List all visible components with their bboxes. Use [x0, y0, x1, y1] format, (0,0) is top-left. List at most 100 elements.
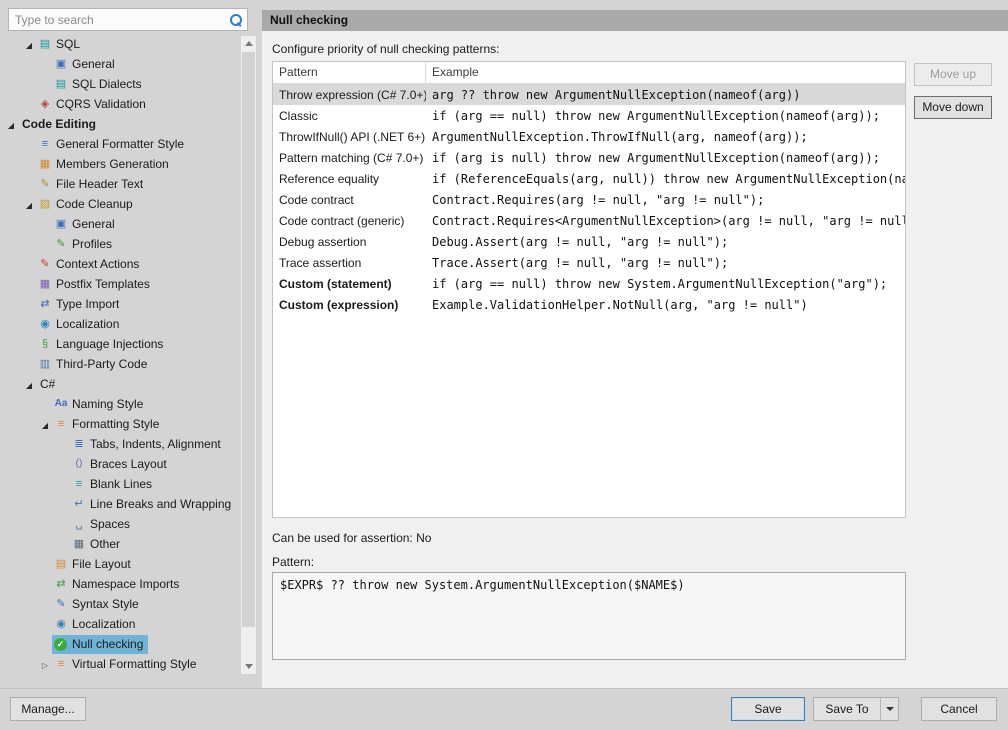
sidebar-item-braces-layout[interactable]: ()Braces Layout — [0, 454, 240, 474]
sidebar-item-tabs-indents-alignment[interactable]: ≣Tabs, Indents, Alignment — [0, 434, 240, 454]
sidebar-item-csharp-localization[interactable]: ◉Localization — [0, 614, 240, 634]
search-input[interactable] — [9, 13, 229, 27]
line-breaks-icon: ↵ — [71, 496, 87, 512]
page-title: Null checking — [262, 10, 1008, 31]
tree-item-content: ▤File Layout — [52, 555, 136, 574]
language-injections-icon: § — [37, 336, 53, 352]
search-box[interactable] — [8, 8, 248, 31]
pattern-cell: Custom (expression) — [273, 298, 426, 312]
sidebar-item-formatting-style[interactable]: ≡Formatting Style — [0, 414, 240, 434]
sidebar-item-namespace-imports[interactable]: ⇄Namespace Imports — [0, 574, 240, 594]
table-row[interactable]: Throw expression (C# 7.0+)arg ?? throw n… — [273, 84, 905, 105]
tree-item-content: ▣General — [52, 215, 120, 234]
example-cell: Contract.Requires<ArgumentNullException>… — [426, 214, 905, 228]
expander-icon[interactable] — [38, 417, 52, 431]
example-cell: arg ?? throw new ArgumentNullException(n… — [426, 88, 905, 102]
move-down-button[interactable]: Move down — [914, 96, 992, 119]
save-button[interactable]: Save — [731, 697, 805, 721]
sidebar-item-members-generation[interactable]: ▦Members Generation — [0, 154, 240, 174]
sidebar-item-third-party-code[interactable]: ▥Third-Party Code — [0, 354, 240, 374]
pattern-cell: Debug assertion — [273, 235, 426, 249]
sidebar-scrollbar[interactable] — [241, 36, 256, 674]
sidebar-item-label: CQRS Validation — [53, 97, 146, 111]
save-to-button[interactable]: Save To — [813, 697, 899, 721]
expander-icon[interactable] — [4, 117, 18, 131]
cancel-button[interactable]: Cancel — [921, 697, 997, 721]
table-row[interactable]: Trace assertionTrace.Assert(arg != null,… — [273, 252, 905, 273]
pattern-editor[interactable]: $EXPR$ ?? throw new System.ArgumentNullE… — [272, 572, 906, 660]
sidebar-item-code-cleanup[interactable]: ▨Code Cleanup — [0, 194, 240, 214]
type-import-icon: ⇄ — [37, 296, 53, 312]
manage-button[interactable]: Manage... — [10, 697, 86, 721]
sidebar-item-line-breaks-wrapping[interactable]: ↵Line Breaks and Wrapping — [0, 494, 240, 514]
sidebar-item-label: Virtual Formatting Style — [69, 657, 197, 671]
braces-layout-icon: () — [71, 456, 87, 472]
sidebar-item-virtual-formatting-style[interactable]: ≡Virtual Formatting Style — [0, 654, 240, 674]
sidebar-item-profiles[interactable]: ✎Profiles — [0, 234, 240, 254]
tree-item-content: Code Editing — [18, 115, 101, 134]
table-row[interactable]: Debug assertionDebug.Assert(arg != null,… — [273, 231, 905, 252]
column-header-example[interactable]: Example — [426, 62, 905, 83]
pattern-cell: Code contract — [273, 193, 426, 207]
context-actions-icon: ✎ — [37, 256, 53, 272]
sidebar-item-localization[interactable]: ◉Localization — [0, 314, 240, 334]
table-row[interactable]: Pattern matching (C# 7.0+)if (arg is nul… — [273, 147, 905, 168]
sidebar-item-other[interactable]: ▦Other — [0, 534, 240, 554]
expander-icon[interactable] — [22, 197, 36, 211]
table-row[interactable]: Code contract (generic)Contract.Requires… — [273, 210, 905, 231]
sidebar-item-label: File Layout — [69, 557, 131, 571]
scrollbar-thumb[interactable] — [242, 52, 255, 627]
sidebar-item-code-editing[interactable]: Code Editing — [0, 114, 240, 134]
sidebar-item-postfix-templates[interactable]: ▦Postfix Templates — [0, 274, 240, 294]
settings-icon: ▣ — [53, 56, 69, 72]
sidebar-item-file-layout[interactable]: ▤File Layout — [0, 554, 240, 574]
column-header-pattern[interactable]: Pattern — [273, 62, 426, 83]
example-cell: Contract.Requires(arg != null, "arg != n… — [426, 193, 905, 207]
table-row[interactable]: ThrowIfNull() API (.NET 6+)ArgumentNullE… — [273, 126, 905, 147]
table-row[interactable]: Reference equalityif (ReferenceEquals(ar… — [273, 168, 905, 189]
sidebar-item-general-formatter-style[interactable]: ≡General Formatter Style — [0, 134, 240, 154]
move-up-button[interactable]: Move up — [914, 63, 992, 86]
pattern-cell: Throw expression (C# 7.0+) — [273, 88, 426, 102]
sidebar-item-sql-general[interactable]: ▣General — [0, 54, 240, 74]
sidebar-item-file-header-text[interactable]: ✎File Header Text — [0, 174, 240, 194]
sidebar-item-label: SQL Dialects — [69, 77, 142, 91]
sidebar-item-sql[interactable]: ▤SQL — [0, 34, 240, 54]
expander-icon[interactable] — [22, 377, 36, 391]
pattern-cell: Trace assertion — [273, 256, 426, 270]
example-cell: if (arg == null) throw new System.Argume… — [426, 277, 905, 291]
table-row[interactable]: Custom (statement)if (arg == null) throw… — [273, 273, 905, 294]
scrollbar-up-icon[interactable] — [241, 36, 256, 51]
scrollbar-down-icon[interactable] — [241, 659, 256, 674]
expander-icon[interactable] — [22, 37, 36, 51]
sidebar-item-blank-lines[interactable]: ≡Blank Lines — [0, 474, 240, 494]
sidebar-item-cqrs-validation[interactable]: ◈CQRS Validation — [0, 94, 240, 114]
sidebar-item-context-actions[interactable]: ✎Context Actions — [0, 254, 240, 274]
settings-icon: ▣ — [53, 216, 69, 232]
sidebar: ▤SQL ▣General ▤SQL Dialects ◈CQRS Valida… — [0, 0, 258, 688]
null-checking-page: Configure priority of null checking patt… — [262, 31, 1008, 688]
sidebar-item-csharp[interactable]: C# — [0, 374, 240, 394]
sidebar-item-language-injections[interactable]: §Language Injections — [0, 334, 240, 354]
sidebar-item-spaces[interactable]: ␣Spaces — [0, 514, 240, 534]
table-header: Pattern Example — [273, 62, 905, 84]
patterns-table[interactable]: Pattern Example Throw expression (C# 7.0… — [272, 61, 906, 518]
sidebar-item-naming-style[interactable]: AaNaming Style — [0, 394, 240, 414]
virtual-formatting-icon: ≡ — [53, 656, 69, 672]
search-icon[interactable] — [229, 13, 243, 27]
tree-item-content: ▤SQL — [36, 35, 85, 54]
sidebar-item-label: Localization — [53, 317, 119, 331]
expander-icon[interactable] — [38, 657, 52, 671]
blank-lines-icon: ≡ — [71, 476, 87, 492]
sidebar-item-label: Localization — [69, 617, 135, 631]
sidebar-item-type-import[interactable]: ⇄Type Import — [0, 294, 240, 314]
chevron-down-icon[interactable] — [880, 698, 898, 720]
sidebar-item-code-cleanup-general[interactable]: ▣General — [0, 214, 240, 234]
sidebar-item-sql-dialects[interactable]: ▤SQL Dialects — [0, 74, 240, 94]
sidebar-item-null-checking[interactable]: ✓Null checking — [0, 634, 240, 654]
sidebar-item-syntax-style[interactable]: ✎Syntax Style — [0, 594, 240, 614]
table-row[interactable]: Custom (expression)Example.ValidationHel… — [273, 294, 905, 315]
table-row[interactable]: Classicif (arg == null) throw new Argume… — [273, 105, 905, 126]
table-row[interactable]: Code contractContract.Requires(arg != nu… — [273, 189, 905, 210]
tree-item-content: ▣General — [52, 55, 120, 74]
